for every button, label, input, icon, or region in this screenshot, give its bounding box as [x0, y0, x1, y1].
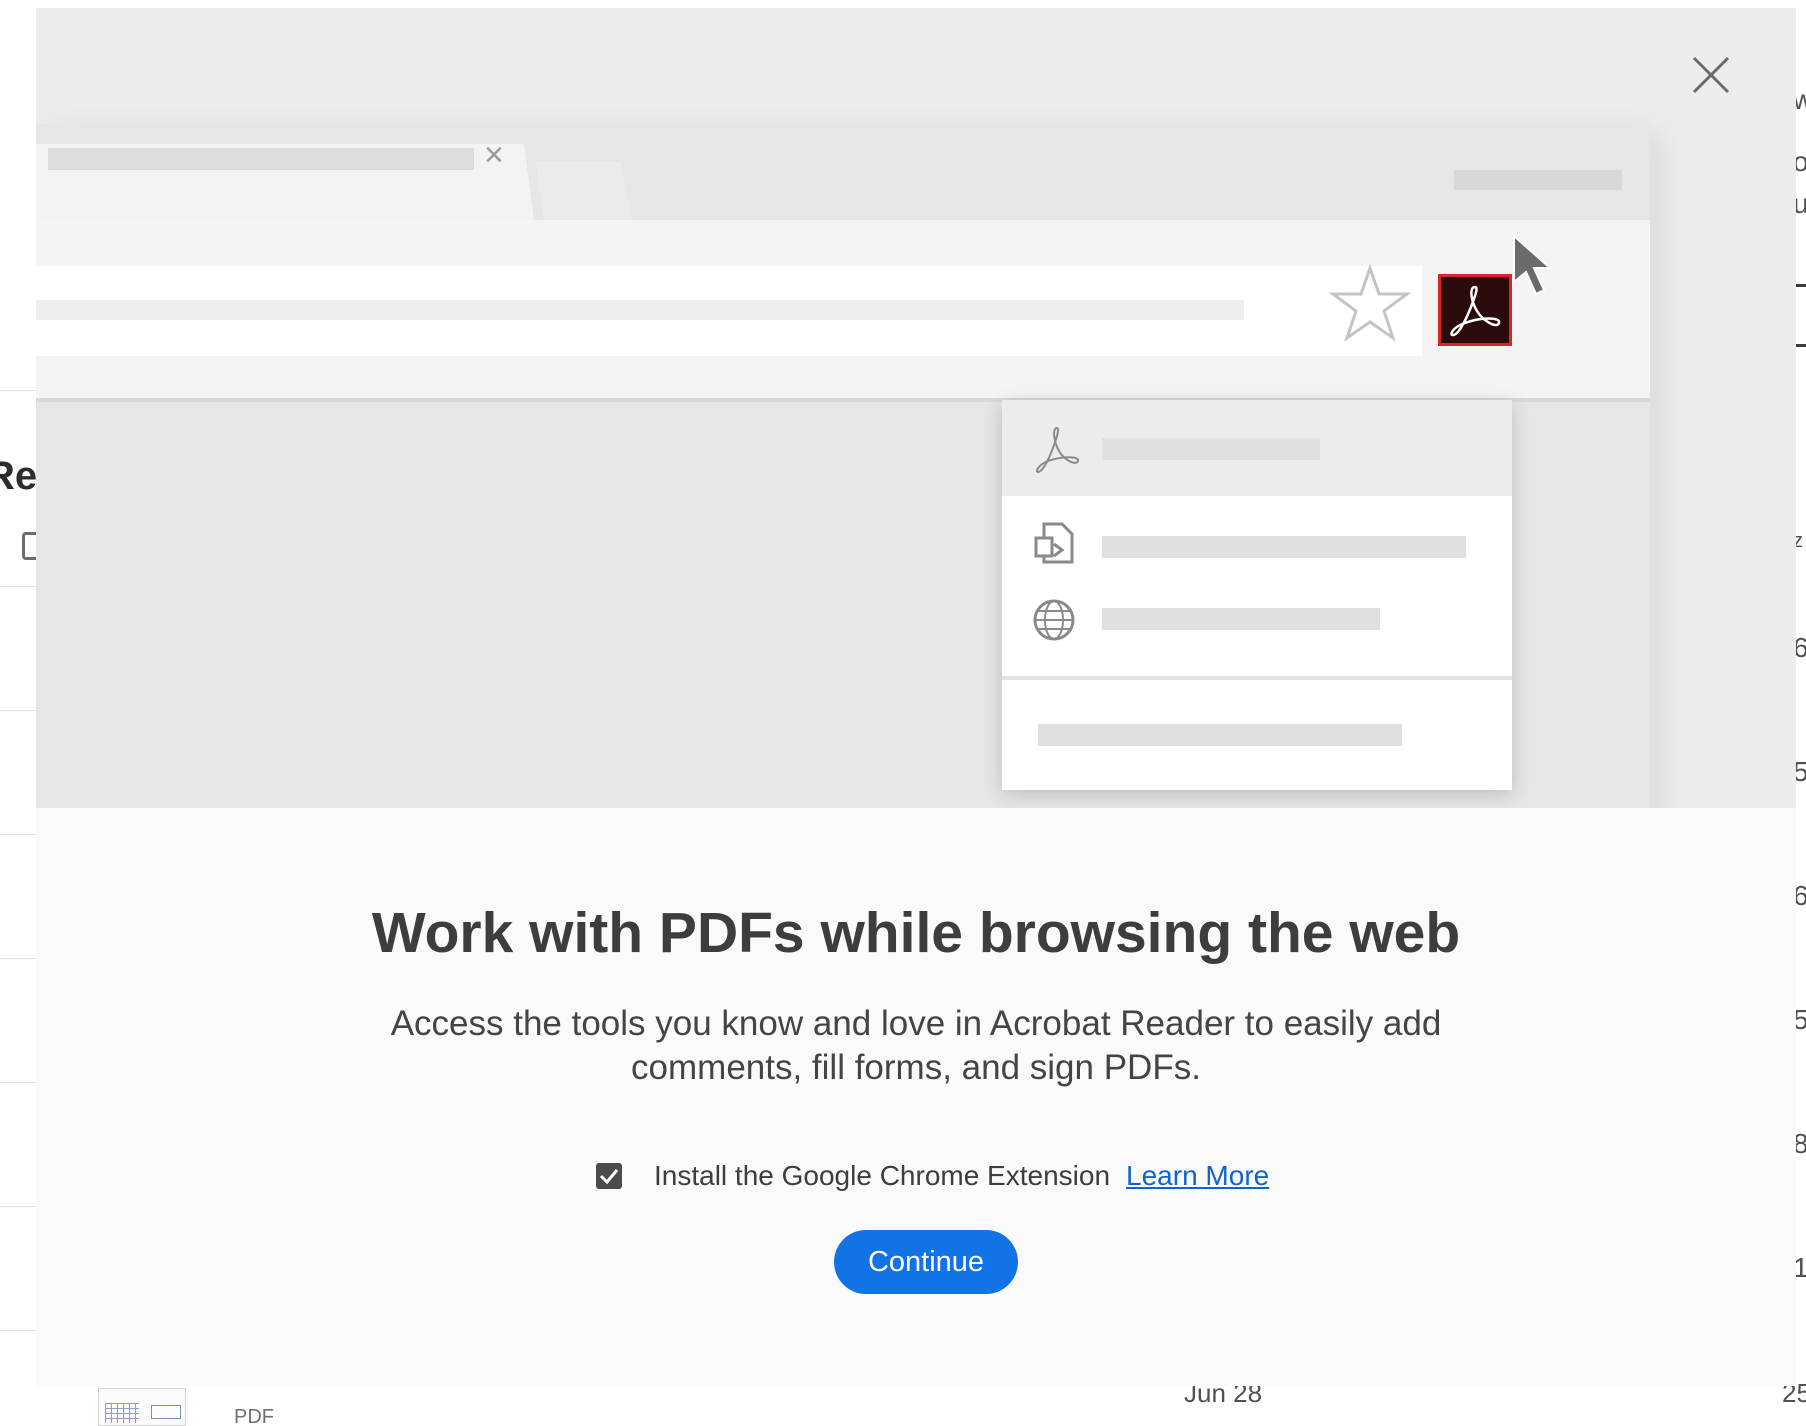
menu-item-web — [1002, 576, 1512, 652]
acrobat-icon — [1450, 285, 1501, 337]
right-edge-mark — [1796, 284, 1806, 287]
file-type: PDF — [234, 1406, 274, 1426]
thumbnail-table — [105, 1403, 139, 1423]
right-edge-mark — [1796, 344, 1806, 347]
globe-icon — [1033, 599, 1075, 641]
chrome-extension-modal: × Work with PDFs while browsing the web … — [36, 8, 1796, 1386]
illustrated-inactive-tab — [536, 162, 632, 220]
acrobat-extension-button — [1438, 274, 1512, 346]
illustrated-address-bar — [36, 266, 1422, 356]
menu-item-convert — [1002, 496, 1512, 576]
divider — [0, 586, 40, 587]
close-icon[interactable] — [1684, 48, 1738, 102]
install-extension-option: Install the Google Chrome Extension Lear… — [596, 1154, 1269, 1198]
divider — [0, 1082, 40, 1083]
checkmark-icon — [599, 1169, 619, 1185]
hero-illustration: × — [36, 8, 1796, 808]
install-extension-checkbox[interactable] — [596, 1163, 622, 1189]
menu-item-placeholder — [1102, 438, 1320, 460]
mouse-cursor-icon — [1513, 233, 1553, 296]
menu-item-placeholder — [1102, 536, 1466, 558]
illustrated-extension-menu — [1002, 400, 1512, 790]
menu-item-footer — [1002, 680, 1512, 790]
menu-item-open-acrobat — [1002, 400, 1512, 496]
menu-item-placeholder — [1038, 724, 1402, 746]
divider — [0, 390, 40, 391]
file-thumbnail[interactable] — [98, 1388, 186, 1426]
star-icon — [1328, 263, 1412, 342]
divider — [0, 1330, 40, 1331]
convert-icon — [1034, 522, 1074, 564]
install-extension-label: Install the Google Chrome Extension — [654, 1160, 1111, 1191]
illustrated-toolbar — [36, 220, 1650, 402]
modal-title: Work with PDFs while browsing the web — [371, 901, 1461, 965]
learn-more-link[interactable]: Learn More — [1126, 1160, 1269, 1192]
address-placeholder — [36, 300, 1244, 320]
divider — [0, 1206, 40, 1207]
thumbnail-chart — [151, 1405, 181, 1419]
continue-button[interactable]: Continue — [834, 1230, 1018, 1294]
menu-item-placeholder — [1102, 608, 1380, 630]
modal-description: Access the tools you know and love in Ac… — [390, 1004, 1442, 1087]
tab-close-icon: × — [484, 136, 504, 174]
tab-strip-placeholder — [1454, 170, 1622, 190]
acrobat-outline-icon — [1035, 426, 1080, 474]
divider — [0, 710, 40, 711]
divider — [0, 958, 40, 959]
divider — [0, 834, 40, 835]
tab-title-placeholder — [48, 148, 474, 170]
